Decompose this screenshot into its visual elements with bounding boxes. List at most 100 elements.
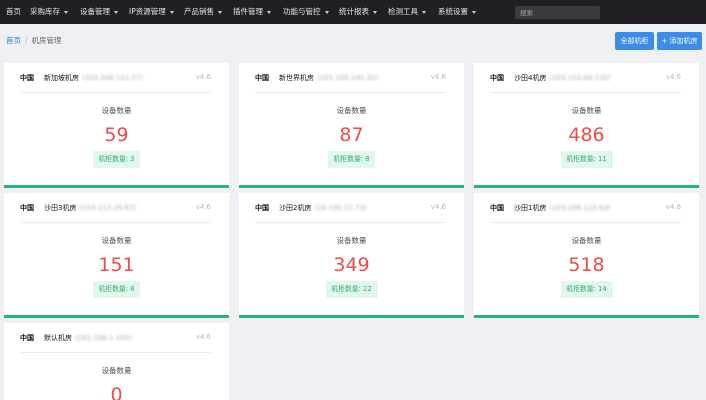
top-navbar: 首页 采购库存 设备管理 IP资源管理 产品销售 插件管理 功能与管控 统计报表… <box>0 0 706 24</box>
nav-item-label: 功能与管控 <box>283 7 321 16</box>
device-count-label: 设备数量 <box>336 236 367 245</box>
room-card[interactable]: 中国 沙田2机房 (14.192.11.73) v4.6 设备数量 349 机柜数… <box>239 193 464 318</box>
room-name-text: 新世界机房 <box>279 74 314 82</box>
device-count-label: 设备数量 <box>101 366 132 375</box>
nav-item-label: 设备管理 <box>80 7 110 16</box>
device-count-label: 设备数量 <box>571 106 602 115</box>
device-count-label: 设备数量 <box>101 236 132 245</box>
nav-item-device-management[interactable]: 设备管理 <box>80 0 118 24</box>
room-card[interactable]: 中国 新世界机房 (103.100.140.32) v4.6 设备数量 87 机柜… <box>239 63 464 188</box>
nav-item-system-settings[interactable]: 系统设置 <box>438 0 476 24</box>
caret-down-icon <box>169 10 174 14</box>
nav-item-label: 首页 <box>6 7 21 16</box>
card-header: 中国 新加坡机房 (103.206.121.27) v4.6 <box>4 63 229 91</box>
nav-item-detection-tools[interactable]: 检测工具 <box>388 0 426 24</box>
device-count-label: 设备数量 <box>101 106 132 115</box>
card-header: 中国 沙田2机房 (14.192.11.73) v4.6 <box>239 193 464 221</box>
card-room-name: 沙田4机房 (103.103.68.135) <box>514 73 611 83</box>
device-count-value: 349 <box>333 254 370 276</box>
room-name-text: 沙田4机房 <box>514 74 547 82</box>
card-divider <box>490 92 681 93</box>
card-country: 中国 <box>20 204 34 212</box>
nav-item-reports[interactable]: 统计报表 <box>339 0 377 24</box>
card-header: 中国 沙田3机房 (103.112.29.67) v4.6 <box>4 193 229 221</box>
caret-down-icon <box>422 10 426 14</box>
caret-down-icon <box>472 10 476 14</box>
cabinet-count-badge: 机柜数量: 8 <box>327 151 376 168</box>
caret-down-icon <box>267 10 271 14</box>
nav-item-label: 检测工具 <box>388 7 418 16</box>
room-card[interactable]: 中国 沙田4机房 (103.103.68.135) v4.6 设备数量 486 机… <box>474 63 699 188</box>
cabinet-count-badge: 机柜数量: 22 <box>325 281 378 298</box>
nav-item-ip-resources[interactable]: IP资源管理 <box>129 0 174 24</box>
card-header: 中国 新世界机房 (103.100.140.32) v4.6 <box>239 63 464 91</box>
card-divider <box>20 352 211 353</box>
device-count-value: 518 <box>568 254 605 276</box>
room-name-text: 默认机房 <box>44 334 72 342</box>
breadcrumb: 首页 / 机房管理 <box>6 35 62 46</box>
card-version: v4.6 <box>430 73 446 81</box>
breadcrumb-home-link[interactable]: 首页 <box>6 36 21 45</box>
nav-item-features-control[interactable]: 功能与管控 <box>283 0 329 24</box>
device-count-label: 设备数量 <box>571 236 602 245</box>
caret-down-icon <box>64 10 68 14</box>
device-count-value: 87 <box>339 124 364 146</box>
add-room-button[interactable]: + 添加机房 <box>657 32 702 50</box>
card-header: 中国 沙田4机房 (103.103.68.135) v4.6 <box>474 63 699 91</box>
card-country: 中国 <box>20 74 34 82</box>
room-name-text: 沙田3机房 <box>44 204 77 212</box>
card-divider <box>255 222 446 223</box>
device-count-value: 151 <box>98 254 135 276</box>
card-divider <box>20 92 211 93</box>
card-version: v4.6 <box>665 203 681 211</box>
card-room-name: 新加坡机房 (103.206.121.27) <box>44 73 143 83</box>
card-ip: (103.112.29.67) <box>79 204 137 212</box>
card-divider <box>490 222 681 223</box>
nav-item-plugins[interactable]: 插件管理 <box>233 0 271 24</box>
card-version: v4.6 <box>195 333 211 341</box>
card-ip: (103.206.121.27) <box>82 74 144 82</box>
card-country: 中国 <box>490 74 504 82</box>
card-divider <box>255 92 446 93</box>
card-header: 中国 沙田1机房 (103.206.122.63) v4.6 <box>474 193 699 221</box>
nav-item-label: 统计报表 <box>339 7 369 16</box>
device-count-value: 59 <box>104 124 129 146</box>
card-ip: (103.206.122.63) <box>549 204 611 212</box>
cabinet-count-badge: 机柜数量: 11 <box>560 151 613 168</box>
room-card[interactable]: 中国 新加坡机房 (103.206.121.27) v4.6 设备数量 59 机柜… <box>4 63 229 188</box>
card-country: 中国 <box>490 204 504 212</box>
all-cabinets-button[interactable]: 全部机柜 <box>615 32 654 50</box>
card-ip: (14.192.11.73) <box>314 204 367 212</box>
nav-item-product-sales[interactable]: 产品销售 <box>184 0 222 24</box>
cabinet-count-badge: 机柜数量: 8 <box>92 281 141 298</box>
breadcrumb-separator: / <box>25 36 28 45</box>
device-count-label: 设备数量 <box>336 106 367 115</box>
card-version: v4.6 <box>430 203 446 211</box>
caret-down-icon <box>324 10 329 14</box>
card-room-name: 默认机房 (192.168.1.100) <box>44 333 132 343</box>
nav-item-home[interactable]: 首页 <box>6 0 21 24</box>
room-card[interactable]: 中国 沙田3机房 (103.112.29.67) v4.6 设备数量 151 机柜… <box>4 193 229 318</box>
card-room-name: 沙田3机房 (103.112.29.67) <box>44 203 136 213</box>
card-room-name: 沙田1机房 (103.206.122.63) <box>514 203 611 213</box>
card-divider <box>20 222 211 223</box>
nav-item-purchase-inventory[interactable]: 采购库存 <box>30 0 68 24</box>
card-ip: (103.103.68.135) <box>549 74 611 82</box>
card-room-name: 新世界机房 (103.100.140.32) <box>279 73 378 83</box>
card-room-name: 沙田2机房 (14.192.11.73) <box>279 203 367 213</box>
caret-down-icon <box>114 10 118 14</box>
card-ip: (103.100.140.32) <box>317 74 379 82</box>
card-country: 中国 <box>20 334 34 342</box>
card-country: 中国 <box>255 74 269 82</box>
card-version: v4.6 <box>195 203 211 211</box>
card-header: 中国 默认机房 (192.168.1.100) v4.6 <box>4 323 229 351</box>
card-version: v4.6 <box>665 73 681 81</box>
room-card[interactable]: 中国 默认机房 (192.168.1.100) v4.6 设备数量 0 <box>4 323 229 400</box>
nav-item-label: 插件管理 <box>233 7 263 16</box>
search-input[interactable] <box>515 6 600 19</box>
cabinet-count-badge: 机柜数量: 14 <box>560 281 613 298</box>
caret-down-icon <box>218 10 222 14</box>
room-name-text: 沙田1机房 <box>514 204 547 212</box>
device-count-value: 486 <box>568 124 605 146</box>
room-card[interactable]: 中国 沙田1机房 (103.206.122.63) v4.6 设备数量 518 机… <box>474 193 699 318</box>
